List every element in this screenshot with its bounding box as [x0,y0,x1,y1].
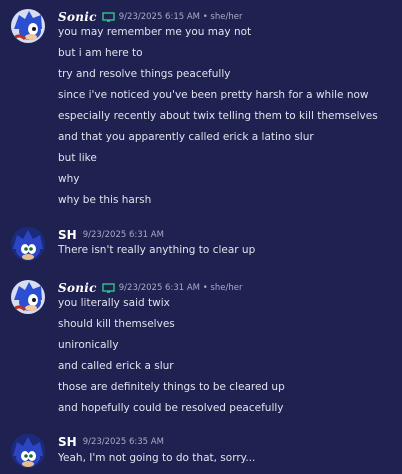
timestamp: 9/23/2025 6:31 AM [82,230,164,240]
message-line: try and resolve things peacefully [58,68,231,80]
author-name[interactable]: SH [58,435,77,449]
sonic-avatar-icon [11,9,45,43]
message-line: but like [58,152,97,164]
message-line: those are definitely things to be cleare… [58,381,285,393]
message-line: should kill themselves [58,318,175,330]
avatar[interactable] [11,9,45,43]
message-line: There isn't really anything to clear up [58,244,256,256]
message-line: but i am here to [58,47,143,59]
avatar[interactable] [11,434,45,468]
pronouns: • she/her [202,283,243,293]
message-line: and hopefully could be resolved peaceful… [58,402,284,414]
avatar[interactable] [11,227,45,261]
message-line: and called erick a slur [58,360,174,372]
avatar[interactable] [11,280,45,314]
sh-avatar-icon [11,227,45,261]
sh-avatar-icon [11,434,45,468]
pronouns: • she/her [202,12,243,22]
message-line: you literally said twix [58,297,170,309]
message-line: unironically [58,339,119,351]
message-line: why [58,173,80,185]
message-line: and that you apparently called erick a l… [58,131,314,143]
sonic-avatar-icon [11,280,45,314]
timestamp: 9/23/2025 6:35 AM [82,437,164,447]
message-line: you may remember me you may not [58,26,252,38]
timestamp: 9/23/2025 6:31 AM [118,283,200,293]
message-line: especially recently about twix telling t… [58,110,378,122]
message-line: since i've noticed you've been pretty ha… [58,89,369,101]
message-line: why be this harsh [58,194,152,206]
message-line: Yeah, I'm not going to do that, sorry... [58,452,256,464]
timestamp: 9/23/2025 6:15 AM [118,12,200,22]
